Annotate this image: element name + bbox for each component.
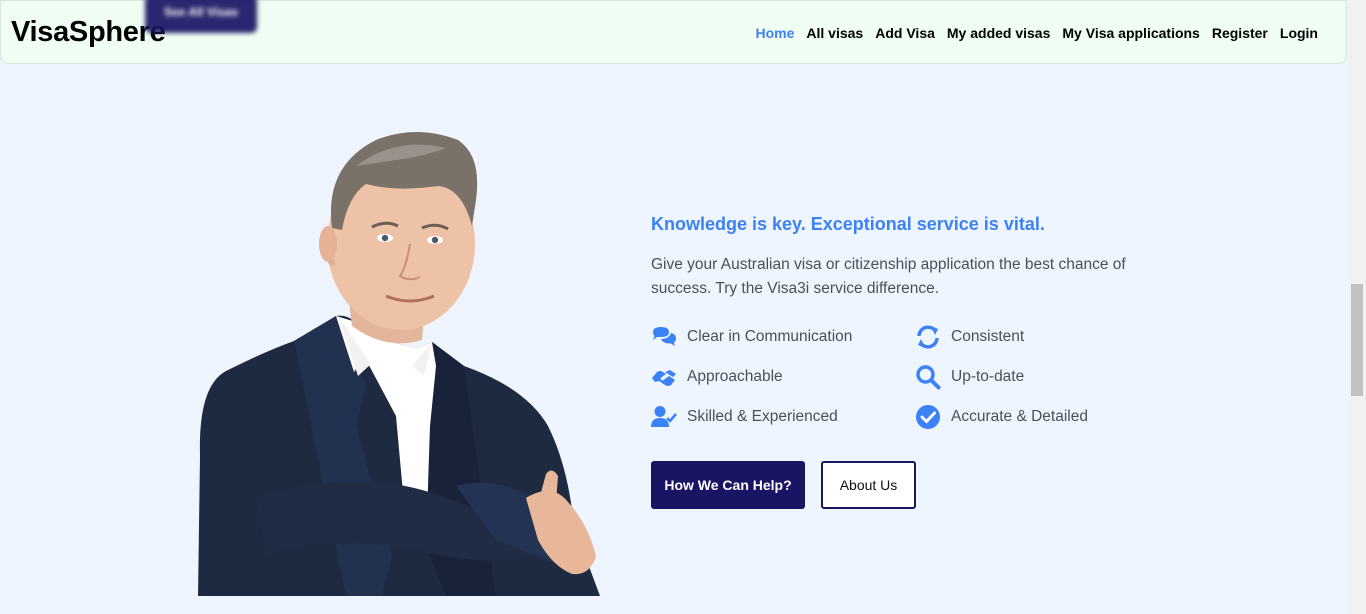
handshake-icon <box>652 370 676 386</box>
main-nav: Home All visas Add Visa My added visas M… <box>756 25 1319 41</box>
feature-label: Skilled & Experienced <box>687 408 838 425</box>
hero-actions: How We Can Help? About Us <box>651 461 916 509</box>
check-circle-icon <box>916 405 940 429</box>
page-viewport: VisaSphere See All Visas Home All visas … <box>0 0 1349 614</box>
nav-my-visa-applications[interactable]: My Visa applications <box>1062 25 1199 41</box>
nav-all-visas[interactable]: All visas <box>806 25 863 41</box>
nav-home[interactable]: Home <box>756 25 795 41</box>
brand-logo[interactable]: VisaSphere <box>11 16 166 49</box>
nav-register[interactable]: Register <box>1212 25 1268 41</box>
nav-add-visa[interactable]: Add Visa <box>875 25 935 41</box>
nav-my-added-visas[interactable]: My added visas <box>947 25 1051 41</box>
hero-content: Knowledge is key. Exceptional service is… <box>651 212 1191 509</box>
feature-item: Consistent <box>915 324 1024 350</box>
feature-label: Consistent <box>951 328 1025 345</box>
vertical-scrollbar[interactable] <box>1349 0 1366 614</box>
comments-icon <box>653 327 676 346</box>
feature-item: Approachable <box>651 364 783 390</box>
hero-description: Give your Australian visa or citizenship… <box>651 256 1126 297</box>
feature-label: Clear in Communication <box>687 328 853 345</box>
sync-icon <box>917 325 939 349</box>
search-icon <box>916 365 941 390</box>
consultant-portrait <box>198 132 600 596</box>
feature-item: Skilled & Experienced <box>651 404 838 430</box>
user-check-icon <box>651 406 677 427</box>
feature-item: Clear in Communication <box>651 324 852 350</box>
feature-label: Approachable <box>687 368 783 385</box>
scrollbar-thumb[interactable] <box>1351 284 1363 396</box>
feature-label: Accurate & Detailed <box>951 408 1088 425</box>
how-we-can-help-button[interactable]: How We Can Help? <box>651 461 805 509</box>
nav-login[interactable]: Login <box>1280 25 1318 41</box>
feature-item: Up-to-date <box>915 364 1024 390</box>
feature-label: Up-to-date <box>951 368 1025 385</box>
about-us-button[interactable]: About Us <box>821 461 916 509</box>
navbar: VisaSphere See All Visas Home All visas … <box>0 0 1347 64</box>
see-all-visas-button[interactable]: See All Visas <box>145 0 257 33</box>
feature-item: Accurate & Detailed <box>915 404 1088 430</box>
hero-headline: Knowledge is key. Exceptional service is… <box>651 214 1045 234</box>
